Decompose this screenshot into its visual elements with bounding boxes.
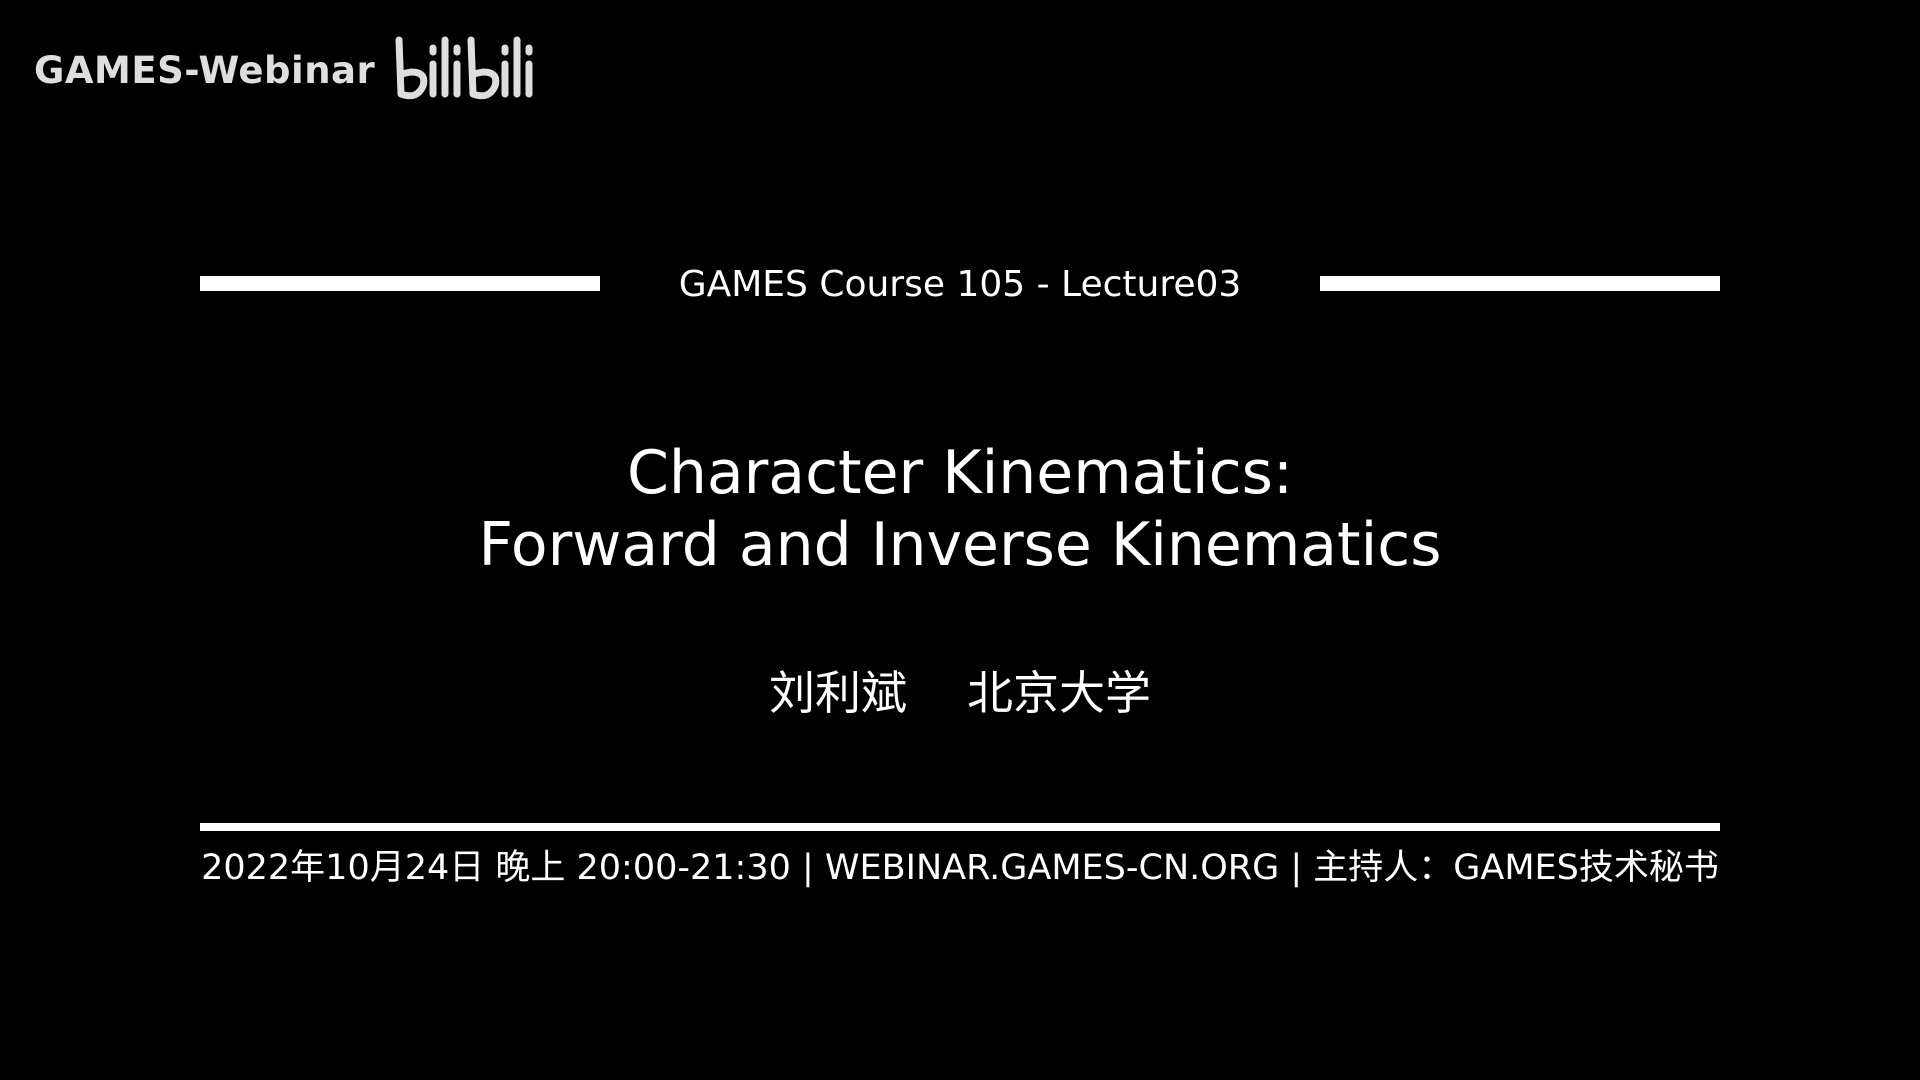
lecture-title-line-2: Forward and Inverse Kinematics xyxy=(478,510,1442,580)
presenter-affiliation: 北京大学 xyxy=(967,666,1151,720)
title-divider-right xyxy=(1320,276,1720,291)
bilibili-logo-icon xyxy=(395,36,533,100)
event-info: 2022年10月24日 晚上 20:00-21:30 | WEBINAR.GAM… xyxy=(201,848,1719,888)
watermark: GAMES-Webinar xyxy=(34,30,539,110)
watermark-channel: GAMES-Webinar xyxy=(34,48,376,92)
title-divider-left xyxy=(200,276,600,291)
presenter-name: 刘利斌 xyxy=(769,666,907,720)
footer-divider xyxy=(200,823,1720,831)
slide: GAMES-Webinar GAMES Course 105 - Lecture… xyxy=(0,0,1920,1080)
lecture-title-line-1: Character Kinematics: xyxy=(626,438,1294,508)
lecture-title: Character Kinematics: Forward and Invers… xyxy=(0,437,1920,581)
presenter: 刘利斌 北京大学 xyxy=(0,660,1920,726)
course-title: GAMES Course 105 - Lecture03 xyxy=(678,264,1242,305)
